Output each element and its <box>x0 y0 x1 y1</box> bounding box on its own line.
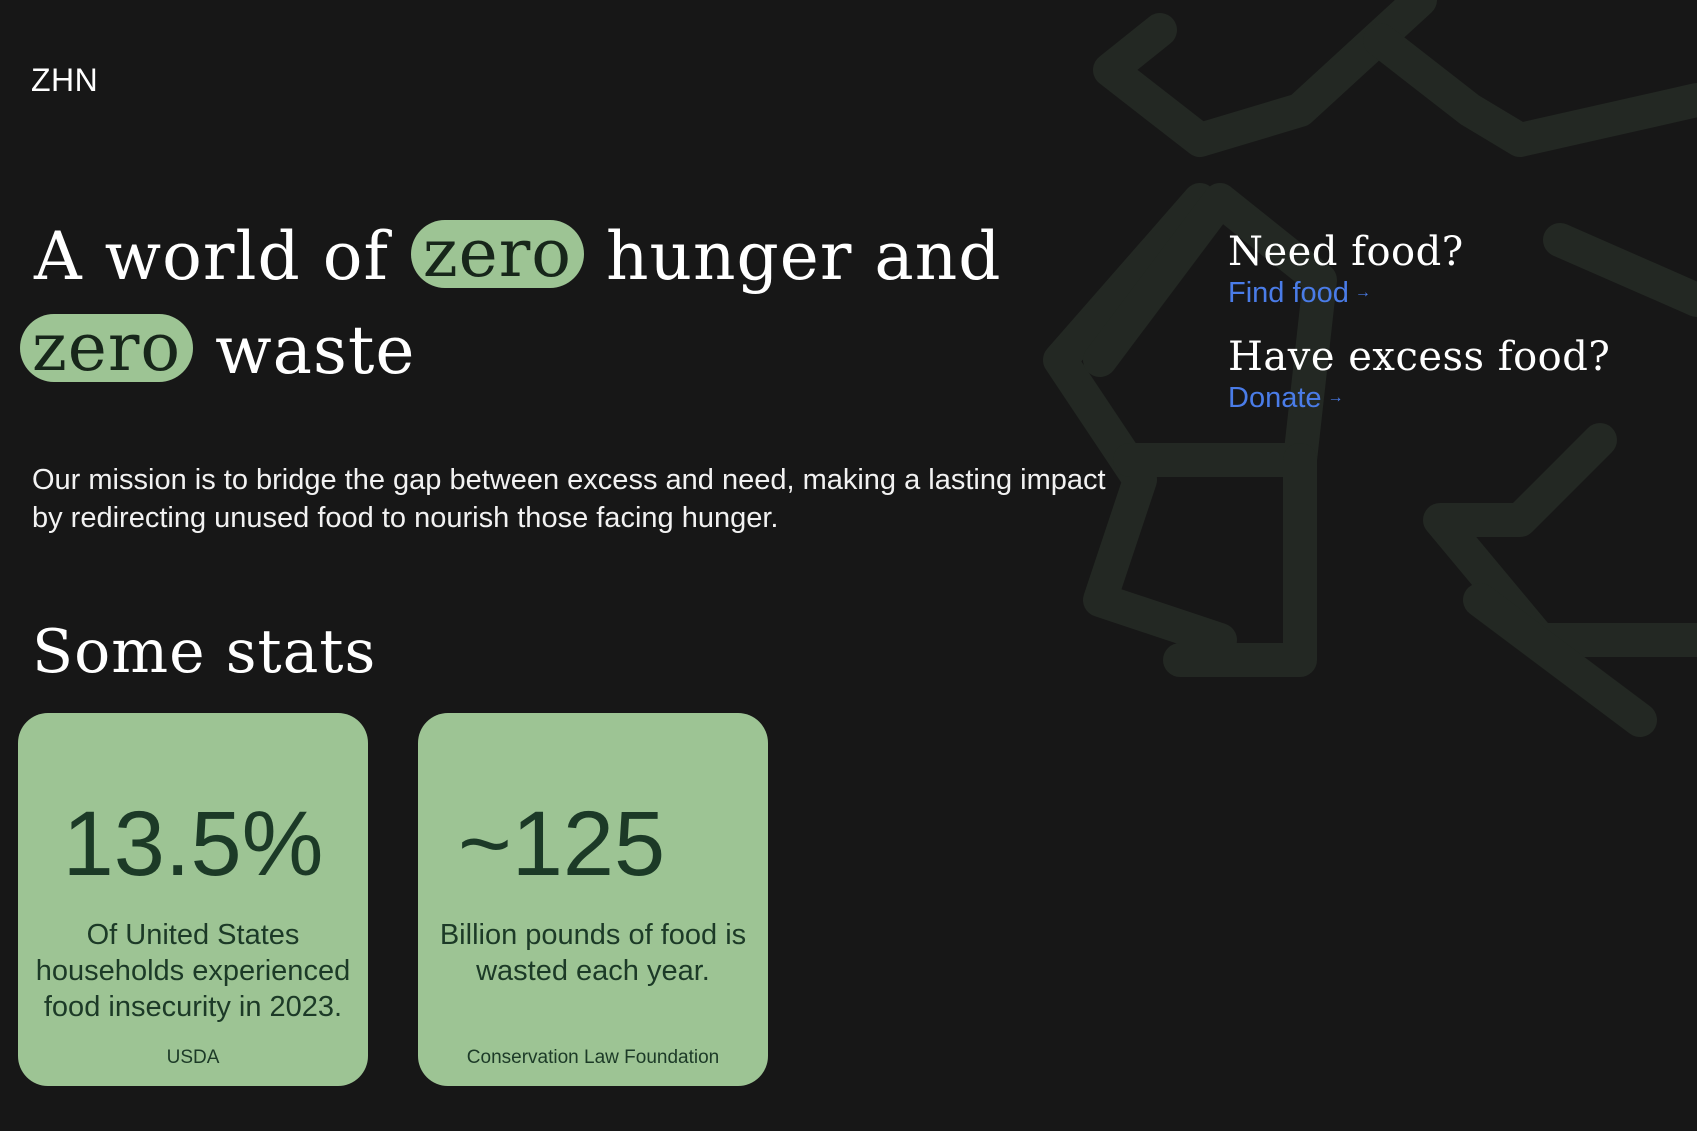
site-logo[interactable]: ZHN <box>31 62 98 99</box>
highlight-pill-zero-1: zero <box>410 220 585 288</box>
hero-pre-text: A world of <box>34 218 389 295</box>
mission-statement: Our mission is to bridge the gap between… <box>32 464 1106 534</box>
stats-heading: Some stats <box>32 617 377 687</box>
stat-source: USDA <box>166 1047 220 1068</box>
stat-card-food-insecurity: 13.5% Of United States households experi… <box>18 713 368 1086</box>
need-food-section: Need food? Find food → <box>1228 226 1668 308</box>
stat-source: Conservation Law Foundation <box>466 1047 720 1068</box>
stat-card-food-waste: ~125 Billion pounds of food is wasted ea… <box>418 713 768 1086</box>
arrow-right-icon: → <box>1354 284 1371 301</box>
stat-value: ~125 <box>458 793 666 895</box>
hero-mid-text: hunger and <box>606 218 1002 295</box>
find-food-label: Find food <box>1228 277 1349 309</box>
highlight-pill-zero-2: zero <box>20 314 194 382</box>
excess-food-section: Have excess food? Donate → <box>1228 331 1668 413</box>
donate-label: Donate <box>1228 382 1322 414</box>
need-food-heading: Need food? <box>1228 229 1464 275</box>
hero-line-1: A world of zero hunger and <box>20 210 1120 304</box>
find-food-link[interactable]: Find food → <box>1228 278 1371 308</box>
hero-headline: A world of zero hunger and zero waste <box>20 210 1120 398</box>
hero-post-text: waste <box>215 312 416 389</box>
hero-line-2: zero waste <box>20 304 1120 398</box>
donate-link[interactable]: Donate → <box>1228 383 1344 413</box>
stat-description: Of United States households experienced … <box>35 919 351 1023</box>
stat-description: Billion pounds of food is wasted each ye… <box>439 919 747 987</box>
stat-value: 13.5% <box>62 793 324 895</box>
arrow-right-icon: → <box>1327 389 1344 406</box>
excess-food-heading: Have excess food? <box>1228 334 1611 380</box>
